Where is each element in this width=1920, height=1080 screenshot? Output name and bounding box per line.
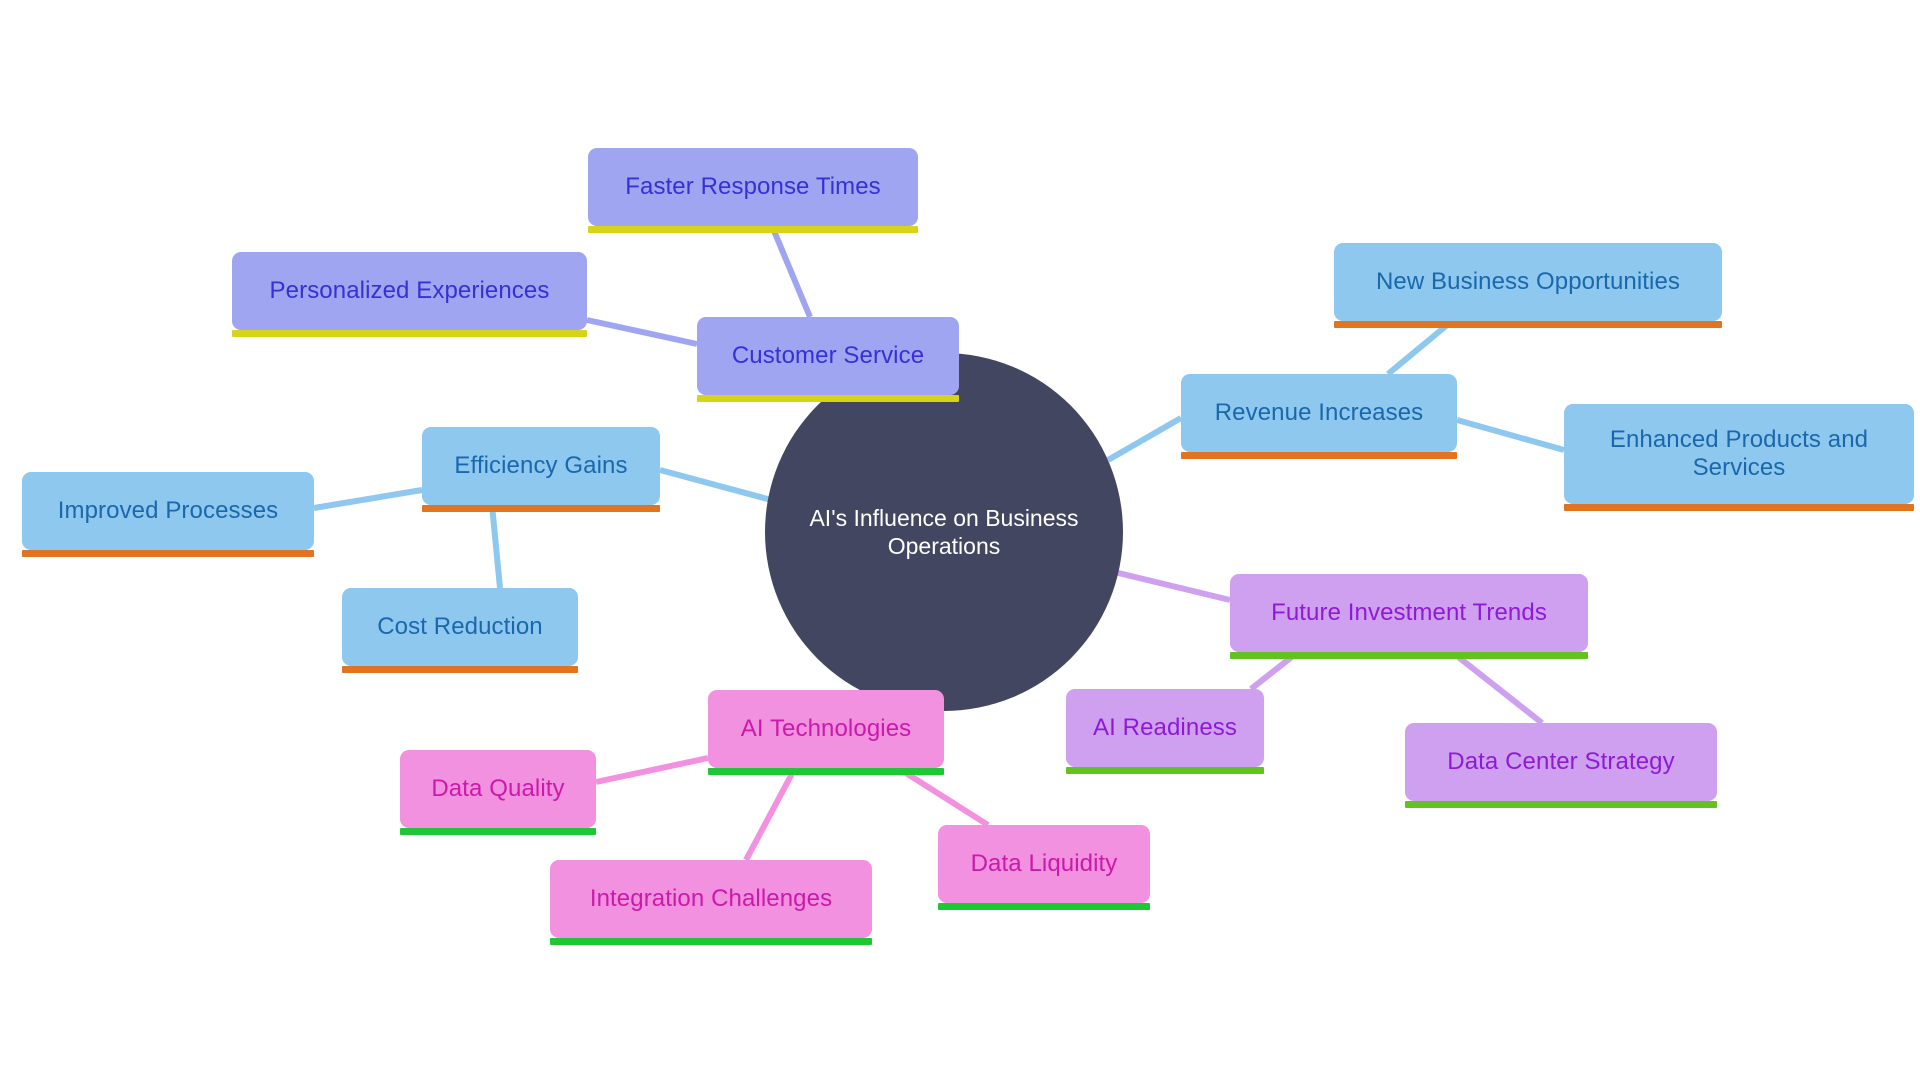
node-ai-technologies[interactable]: AI Technologies: [708, 690, 944, 775]
node-efficiency-gains[interactable]: Efficiency Gains: [422, 427, 660, 512]
node-label-cost-reduction: Cost Reduction: [377, 612, 543, 640]
edge-customer-service-to-faster-response-times: [769, 224, 813, 319]
node-personalized-experiences[interactable]: Personalized Experiences: [232, 252, 587, 337]
center-node[interactable]: AI's Influence on Business Operations: [765, 353, 1123, 711]
mind-map-canvas: AI's Influence on Business Operations Fas…: [0, 0, 1920, 1080]
node-label-faster-response-times: Faster Response Times: [625, 172, 881, 200]
node-integration-challenges[interactable]: Integration Challenges: [550, 860, 872, 945]
node-label-improved-processes: Improved Processes: [57, 496, 279, 524]
node-accent-bar-efficiency-gains: [422, 505, 660, 512]
node-accent-bar-new-business-opportunities: [1334, 321, 1722, 328]
node-label-customer-service: Customer Service: [731, 341, 925, 369]
node-label-enhanced-products-and-services: Enhanced Products and Services: [1609, 425, 1869, 481]
node-cost-reduction[interactable]: Cost Reduction: [342, 588, 578, 673]
node-label-new-business-opportunities: New Business Opportunities: [1375, 267, 1681, 295]
node-accent-bar-data-liquidity: [938, 903, 1150, 910]
center-node-label: AI's Influence on Business Operations: [809, 504, 1079, 559]
node-data-liquidity[interactable]: Data Liquidity: [938, 825, 1150, 910]
node-accent-bar-ai-technologies: [708, 768, 944, 775]
node-accent-bar-data-center-strategy: [1405, 801, 1717, 808]
edge-future-investment-trends-to-data-center-strategy: [1450, 649, 1544, 726]
node-label-data-center-strategy: Data Center Strategy: [1447, 747, 1675, 775]
node-ai-readiness[interactable]: AI Readiness: [1066, 689, 1264, 774]
node-label-future-investment-trends: Future Investment Trends: [1271, 598, 1547, 626]
edge-ai-technologies-to-data-liquidity: [896, 765, 990, 828]
node-accent-bar-data-quality: [400, 828, 596, 835]
node-accent-bar-ai-readiness: [1066, 767, 1264, 774]
node-label-ai-readiness: AI Readiness: [1093, 713, 1237, 741]
node-label-integration-challenges: Integration Challenges: [589, 884, 833, 912]
node-accent-bar-personalized-experiences: [232, 330, 587, 337]
edge-efficiency-gains-to-improved-processes: [313, 487, 423, 511]
node-label-data-quality: Data Quality: [431, 774, 565, 802]
edge-efficiency-gains-to-cost-reduction: [489, 504, 503, 589]
node-label-data-liquidity: Data Liquidity: [970, 849, 1118, 877]
node-accent-bar-cost-reduction: [342, 666, 578, 673]
node-enhanced-products-and-services[interactable]: Enhanced Products and Services: [1564, 404, 1914, 511]
node-accent-bar-customer-service: [697, 395, 959, 402]
node-label-ai-technologies: AI Technologies: [740, 714, 912, 742]
node-new-business-opportunities[interactable]: New Business Opportunities: [1334, 243, 1722, 328]
edge-ai-technologies-to-data-quality: [595, 755, 709, 785]
node-label-revenue-increases: Revenue Increases: [1214, 398, 1424, 426]
node-data-quality[interactable]: Data Quality: [400, 750, 596, 835]
edge-center-to-future-investment-trends: [1105, 567, 1231, 603]
edge-center-to-revenue-increases: [1106, 415, 1183, 463]
edge-revenue-increases-to-new-business-opportunities: [1386, 318, 1454, 377]
node-data-center-strategy[interactable]: Data Center Strategy: [1405, 723, 1717, 808]
node-future-investment-trends[interactable]: Future Investment Trends: [1230, 574, 1588, 659]
node-faster-response-times[interactable]: Faster Response Times: [588, 148, 918, 233]
edge-revenue-increases-to-enhanced-products-and-services: [1456, 417, 1565, 453]
node-accent-bar-faster-response-times: [588, 226, 918, 233]
node-label-personalized-experiences: Personalized Experiences: [269, 276, 550, 304]
node-accent-bar-future-investment-trends: [1230, 652, 1588, 659]
node-label-efficiency-gains: Efficiency Gains: [454, 451, 628, 479]
edge-ai-technologies-to-integration-challenges: [743, 766, 798, 862]
node-revenue-increases[interactable]: Revenue Increases: [1181, 374, 1457, 459]
node-accent-bar-improved-processes: [22, 550, 314, 557]
node-accent-bar-enhanced-products-and-services: [1564, 504, 1914, 511]
node-accent-bar-revenue-increases: [1181, 452, 1457, 459]
node-improved-processes[interactable]: Improved Processes: [22, 472, 314, 557]
edge-customer-service-to-personalized-experiences: [586, 317, 698, 347]
node-customer-service[interactable]: Customer Service: [697, 317, 959, 402]
node-accent-bar-integration-challenges: [550, 938, 872, 945]
